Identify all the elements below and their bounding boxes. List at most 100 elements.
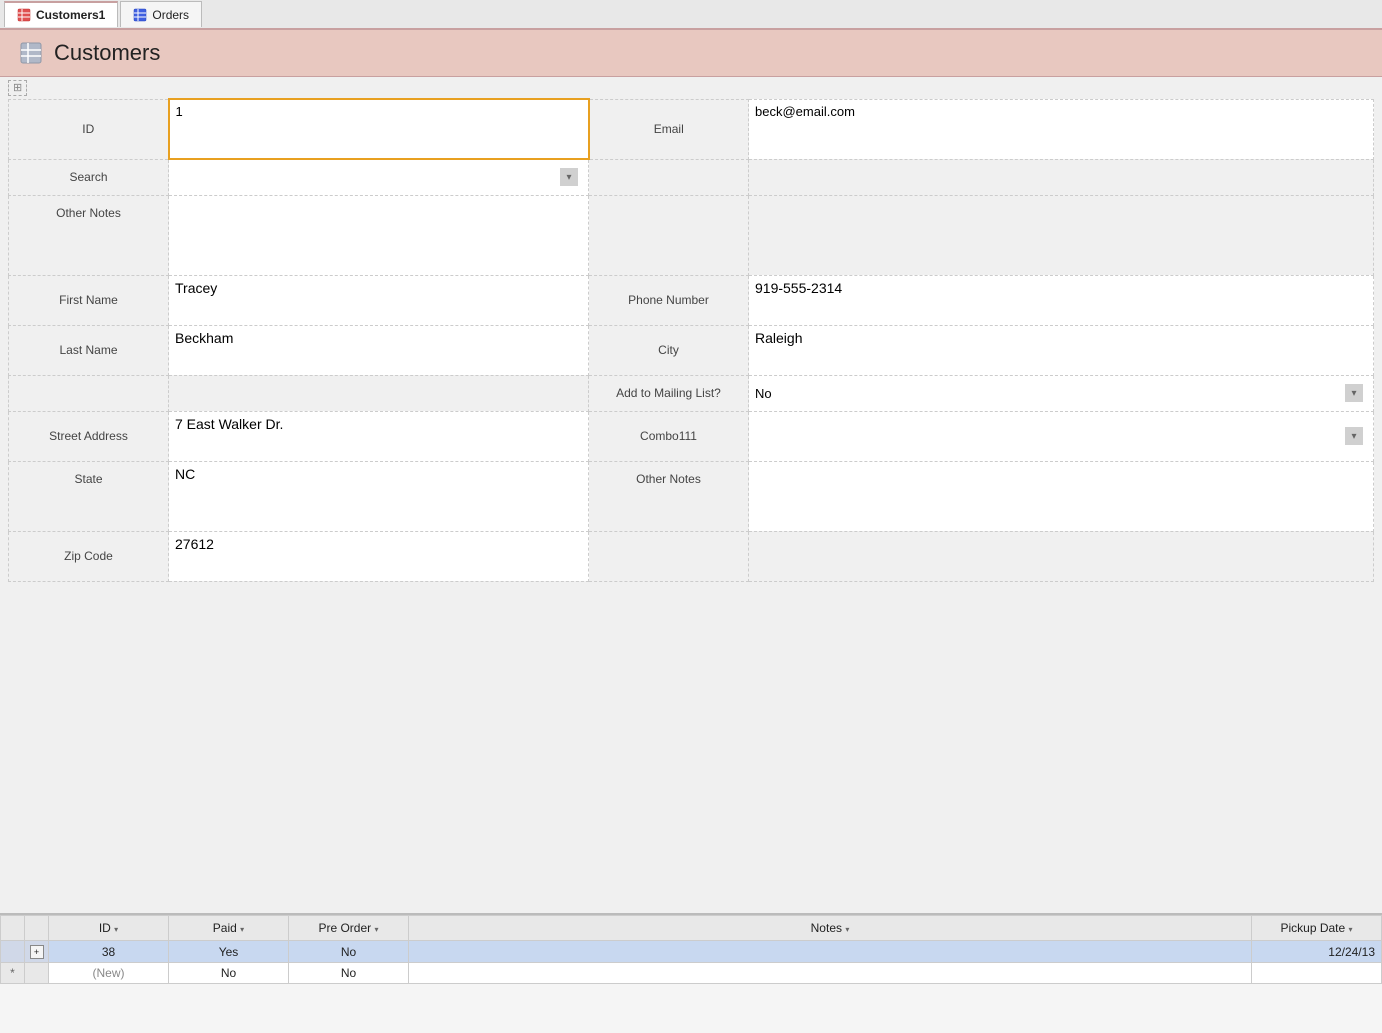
first-name-input[interactable] — [175, 280, 582, 296]
city-label: City — [589, 325, 749, 375]
form-container: ID Email Search — [0, 98, 1382, 582]
combo-input-cell[interactable]: ▾ — [749, 411, 1374, 461]
new-row-indicator: * — [1, 963, 25, 984]
mailing-input-cell[interactable]: No Yes ▾ — [749, 375, 1374, 411]
phone-number-input-cell[interactable] — [749, 275, 1374, 325]
tab-bar: Customers1 Orders — [0, 0, 1382, 30]
other-notes-label: Other Notes — [9, 195, 169, 275]
grid-indicator: ⊞ — [0, 77, 1382, 98]
header-table-icon — [20, 42, 42, 64]
row-notes — [409, 941, 1252, 963]
other-notes2-input-cell[interactable] — [749, 461, 1374, 531]
search-select[interactable] — [175, 170, 582, 185]
row-indicator — [1, 941, 25, 963]
combo-select[interactable] — [755, 429, 1367, 444]
col-notes-sort: ▾ — [845, 925, 849, 934]
th-id[interactable]: ID ▾ — [49, 916, 169, 941]
table-row[interactable]: + 38 Yes No 12/24/13 — [1, 941, 1382, 963]
email-input[interactable] — [755, 104, 1367, 119]
row-paid[interactable]: Yes — [169, 941, 289, 963]
new-row-pickup-date — [1252, 963, 1382, 984]
id-label: ID — [9, 99, 169, 159]
th-notes[interactable]: Notes ▾ — [409, 916, 1252, 941]
mailing-select[interactable]: No Yes — [755, 386, 1367, 401]
mailing-dropdown[interactable]: No Yes ▾ — [755, 386, 1367, 401]
tab-customers1-label: Customers1 — [36, 8, 105, 22]
new-row-preorder: No — [289, 963, 409, 984]
street-address-label: Street Address — [9, 411, 169, 461]
empty-cell-7 — [589, 531, 749, 581]
th-preorder[interactable]: Pre Order ▾ — [289, 916, 409, 941]
row-preorder[interactable]: No — [289, 941, 409, 963]
page-title: Customers — [54, 40, 160, 66]
phone-number-input[interactable] — [755, 280, 1367, 296]
col-pickup-sort: ▾ — [1349, 925, 1353, 934]
email-label: Email — [589, 99, 749, 159]
last-name-input-cell[interactable] — [169, 325, 589, 375]
state-input[interactable] — [175, 466, 582, 482]
zip-input[interactable] — [175, 536, 582, 552]
orders-table: ID ▾ Paid ▾ Pre Order ▾ Notes ▾ — [0, 915, 1382, 984]
col-pickup-label: Pickup Date — [1280, 921, 1345, 935]
col-preorder-sort: ▾ — [375, 925, 379, 934]
page-header: Customers — [0, 30, 1382, 77]
mailing-label: Add to Mailing List? — [589, 375, 749, 411]
th-pickup-date[interactable]: Pickup Date ▾ — [1252, 916, 1382, 941]
tab-customers1[interactable]: Customers1 — [4, 1, 118, 27]
city-input-cell[interactable] — [749, 325, 1374, 375]
search-label: Search — [9, 159, 169, 195]
empty-cell-3 — [589, 195, 749, 275]
row-id[interactable]: 38 — [49, 941, 169, 963]
col-preorder-label: Pre Order — [318, 921, 371, 935]
city-input[interactable] — [755, 330, 1367, 346]
state-input-cell[interactable] — [169, 461, 589, 531]
col-id-sort: ▾ — [114, 925, 118, 934]
other-notes-input[interactable] — [175, 200, 582, 268]
email-input-cell[interactable] — [749, 99, 1374, 159]
last-name-label: Last Name — [9, 325, 169, 375]
col-notes-label: Notes — [811, 921, 842, 935]
th-row-indicator — [1, 916, 25, 941]
th-expand — [25, 916, 49, 941]
empty-cell-6 — [169, 375, 589, 411]
new-row-expand — [25, 963, 49, 984]
zip-label: Zip Code — [9, 531, 169, 581]
main-content: Customers ⊞ ID — [0, 30, 1382, 1033]
row-pickup-date: 12/24/13 — [1252, 941, 1382, 963]
other-notes2-label: Other Notes — [589, 461, 749, 531]
empty-cell-2 — [749, 159, 1374, 195]
street-address-input[interactable] — [175, 416, 582, 432]
expand-button[interactable]: + — [30, 945, 44, 959]
id-input-cell[interactable] — [169, 99, 589, 159]
combo-label: Combo111 — [589, 411, 749, 461]
last-name-input[interactable] — [175, 330, 582, 346]
first-name-input-cell[interactable] — [169, 275, 589, 325]
empty-cell-4 — [749, 195, 1374, 275]
street-address-input-cell[interactable] — [169, 411, 589, 461]
tab-orders-label: Orders — [152, 8, 189, 22]
col-paid-label: Paid — [213, 921, 237, 935]
tab-orders[interactable]: Orders — [120, 1, 202, 27]
other-notes2-input[interactable] — [755, 466, 1367, 524]
empty-cell-5 — [9, 375, 169, 411]
col-id-label: ID — [99, 921, 111, 935]
other-notes-input-cell[interactable] — [169, 195, 589, 275]
table-row[interactable]: * (New) No No — [1, 963, 1382, 984]
first-name-label: First Name — [9, 275, 169, 325]
new-row-id: (New) — [49, 963, 169, 984]
search-input-cell[interactable]: ▾ — [169, 159, 589, 195]
expand-btn-cell[interactable]: + — [25, 941, 49, 963]
empty-cell-8 — [749, 531, 1374, 581]
phone-number-label: Phone Number — [589, 275, 749, 325]
combo-dropdown[interactable]: ▾ — [755, 429, 1367, 444]
empty-cell-1 — [589, 159, 749, 195]
state-label: State — [9, 461, 169, 531]
col-paid-sort: ▾ — [240, 925, 244, 934]
sub-table-section: ID ▾ Paid ▾ Pre Order ▾ Notes ▾ — [0, 913, 1382, 1033]
form-area: Customers ⊞ ID — [0, 30, 1382, 913]
search-dropdown[interactable]: ▾ — [175, 170, 582, 185]
th-paid[interactable]: Paid ▾ — [169, 916, 289, 941]
new-row-notes — [409, 963, 1252, 984]
zip-input-cell[interactable] — [169, 531, 589, 581]
id-input[interactable] — [176, 104, 582, 119]
